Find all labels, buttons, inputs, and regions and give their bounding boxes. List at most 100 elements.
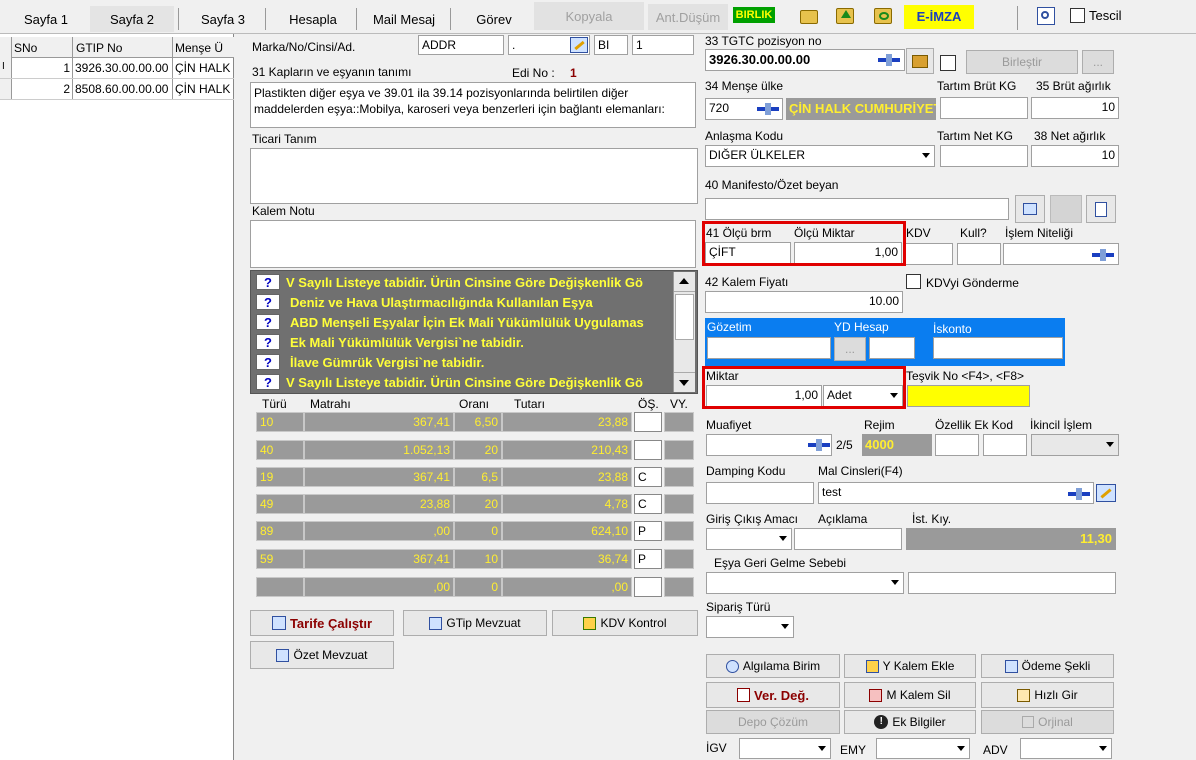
yd-hesap-field[interactable]	[869, 337, 915, 359]
mal-cinsleri-field[interactable]: test	[818, 482, 1094, 504]
brut-field[interactable]: 10	[1031, 97, 1119, 119]
tax-tutar[interactable]: 36,74	[502, 549, 632, 569]
emy-dropdown[interactable]	[876, 738, 970, 759]
tax-tutar[interactable]: ,00	[502, 577, 632, 597]
odeme-sekli-button[interactable]: Ödeme Şekli	[981, 654, 1114, 678]
birlik-button[interactable]: BIRLIK	[733, 7, 775, 23]
aciklama-field[interactable]	[794, 528, 902, 550]
tax-tutar[interactable]: 23,88	[502, 467, 632, 487]
mense-picker-icon[interactable]	[757, 101, 779, 117]
table-row[interactable]: 10 367,41 6,50 23,88	[256, 412, 696, 432]
siparis-dropdown[interactable]	[706, 616, 794, 638]
tax-turu[interactable]: 10	[256, 412, 304, 432]
tax-turu[interactable]: 59	[256, 549, 304, 569]
marka-field-3[interactable]: BI	[594, 35, 628, 55]
left-col-gtip[interactable]: GTIP No	[76, 41, 122, 55]
tgtc-field[interactable]: 3926.30.00.00.00	[705, 49, 905, 71]
more-button[interactable]: ...	[1082, 50, 1114, 74]
e-imza-button[interactable]: E-İMZA	[904, 5, 974, 29]
kdv-kontrol-button[interactable]: KDV Kontrol	[552, 610, 698, 636]
tax-tutar[interactable]: 4,78	[502, 494, 632, 514]
anlasma-dropdown[interactable]: DIĞER ÜLKELER	[705, 145, 935, 167]
tax-vy[interactable]	[664, 440, 694, 460]
tax-matrah[interactable]: ,00	[304, 521, 454, 541]
tab-kopyala[interactable]: Kopyala	[534, 2, 644, 30]
warning-item[interactable]: ? İlave Gümrük Vergisi`ne tabidir.	[252, 352, 674, 372]
tartim-brut-field[interactable]	[940, 97, 1028, 119]
tax-os[interactable]	[634, 577, 662, 597]
manifesto-list-button[interactable]	[1015, 195, 1045, 223]
edit-note-icon[interactable]	[570, 37, 588, 53]
ikincil-dropdown[interactable]	[1031, 434, 1119, 456]
tax-matrah[interactable]: 367,41	[304, 549, 454, 569]
tax-vy[interactable]	[664, 549, 694, 569]
left-col-mense[interactable]: Menşe Ü	[175, 41, 223, 55]
tax-oran[interactable]: 6,5	[454, 467, 502, 487]
tab-sayfa-2[interactable]: Sayfa 2	[90, 6, 174, 32]
tab-hesapla[interactable]: Hesapla	[274, 6, 352, 32]
tab-gorev[interactable]: Görev	[460, 6, 528, 32]
tax-tutar[interactable]: 23,88	[502, 412, 632, 432]
table-row[interactable]: I 1 3926.30.00.00.00 ÇİN HALK	[0, 58, 234, 79]
ver-deg-button[interactable]: Ver. Değ.	[706, 682, 840, 708]
table-row[interactable]: 19 367,41 6,5 23,88 C	[256, 467, 696, 487]
manifesto-info-button[interactable]	[1086, 195, 1116, 223]
tartim-net-field[interactable]	[940, 145, 1028, 167]
tax-oran[interactable]: 20	[454, 440, 502, 460]
igv-dropdown[interactable]	[739, 738, 831, 759]
tgtc-picker-icon[interactable]	[878, 52, 900, 68]
warning-item[interactable]: ? ABD Menşeli Eşyalar İçin Ek Mali Yüküml…	[252, 312, 674, 332]
net-field[interactable]: 10	[1031, 145, 1119, 167]
ozellik-field-1[interactable]	[935, 434, 979, 456]
table-row[interactable]: 89 ,00 0 624,10 P	[256, 521, 696, 541]
y-kalem-ekle-button[interactable]: Y Kalem Ekle	[844, 654, 976, 678]
scroll-down-icon[interactable]	[674, 372, 695, 392]
box-icon-button[interactable]	[906, 48, 934, 74]
warning-item[interactable]: ? V Sayılı Listeye tabidir. Ürün Cinsine …	[252, 372, 674, 392]
tax-matrah[interactable]: 1.052,13	[304, 440, 454, 460]
search-doc-icon[interactable]	[1037, 7, 1055, 25]
tax-matrah[interactable]: ,00	[304, 577, 454, 597]
ticari-tanim-textarea[interactable]	[250, 148, 698, 204]
tax-vy[interactable]	[664, 412, 694, 432]
table-row[interactable]: 59 367,41 10 36,74 P	[256, 549, 696, 569]
tax-oran[interactable]: 10	[454, 549, 502, 569]
tax-matrah[interactable]: 367,41	[304, 412, 454, 432]
tax-vy[interactable]	[664, 577, 694, 597]
hizli-gir-button[interactable]: Hızlı Gir	[981, 682, 1114, 708]
mal-cins-picker-icon[interactable]	[1068, 486, 1090, 502]
tescil-checkbox[interactable]	[1070, 8, 1085, 23]
tax-turu[interactable]: 89	[256, 521, 304, 541]
tax-vy[interactable]	[664, 467, 694, 487]
tarife-calistir-button[interactable]: Tarife Çalıştır	[250, 610, 394, 636]
tax-turu[interactable]: 49	[256, 494, 304, 514]
tax-oran[interactable]: 0	[454, 577, 502, 597]
tax-vy[interactable]	[664, 521, 694, 541]
ozet-mevzuat-button[interactable]: Özet Mevzuat	[250, 641, 394, 669]
table-row[interactable]: 49 23,88 20 4,78 C	[256, 494, 696, 514]
tax-os[interactable]	[634, 440, 662, 460]
tesvik-field[interactable]	[907, 385, 1030, 407]
manifesto-field[interactable]	[705, 198, 1009, 220]
ozellik-field-2[interactable]	[983, 434, 1027, 456]
yd-hesap-button[interactable]: ...	[834, 337, 866, 361]
tax-turu[interactable]: 40	[256, 440, 304, 460]
tax-turu[interactable]: 19	[256, 467, 304, 487]
depo-cozum-button[interactable]: Depo Çözüm	[706, 710, 840, 734]
table-row[interactable]: 40 1.052,13 20 210,43	[256, 440, 696, 460]
scroll-thumb[interactable]	[675, 294, 694, 340]
marka-field-4[interactable]: 1	[632, 35, 694, 55]
left-col-sno[interactable]: SNo	[14, 41, 37, 55]
warning-item[interactable]: ? Ek Mali Yükümlülük Vergisi`ne tabidir.	[252, 332, 674, 352]
scroll-up-icon[interactable]	[674, 272, 695, 292]
tax-vy[interactable]	[664, 494, 694, 514]
tax-matrah[interactable]: 23,88	[304, 494, 454, 514]
birlestir-button[interactable]: Birleştir	[966, 50, 1078, 74]
tax-matrah[interactable]: 367,41	[304, 467, 454, 487]
tax-oran[interactable]: 0	[454, 521, 502, 541]
giris-cikis-dropdown[interactable]	[706, 528, 792, 550]
tax-tutar[interactable]: 624,10	[502, 521, 632, 541]
tab-ant-dusum[interactable]: Ant.Düşüm	[648, 4, 728, 30]
tax-os[interactable]: C	[634, 494, 662, 514]
tab-sayfa-3[interactable]: Sayfa 3	[190, 6, 256, 32]
